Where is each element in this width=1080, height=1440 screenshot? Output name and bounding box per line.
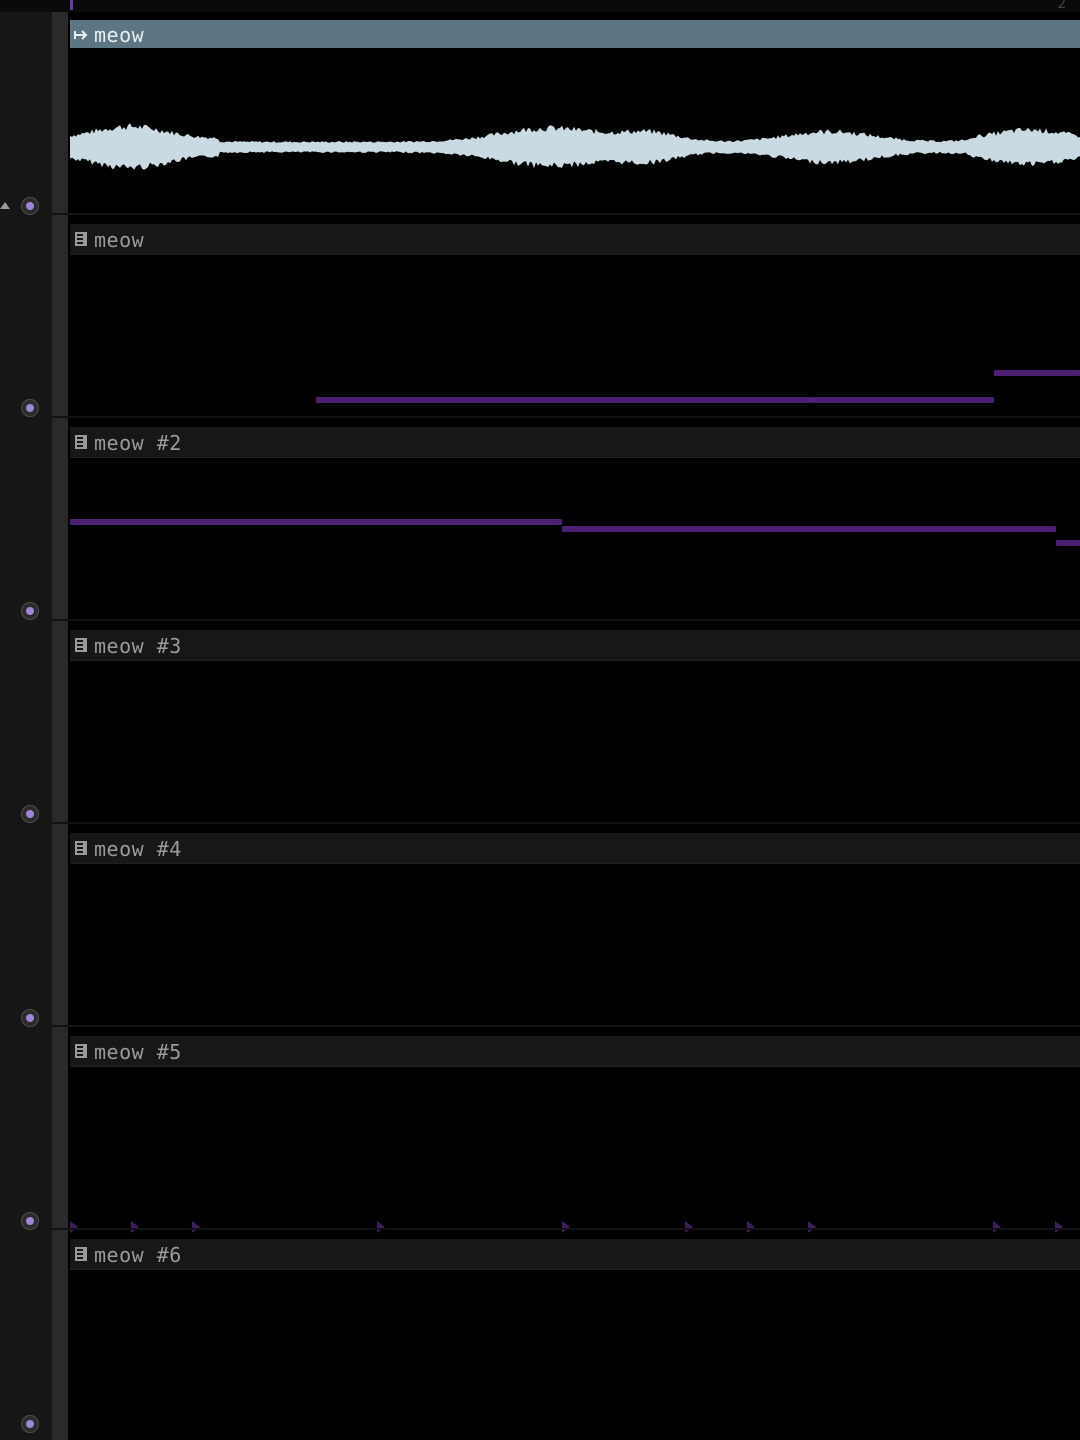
piano-roll-icon <box>75 638 87 652</box>
clip-name: meow <box>94 228 145 252</box>
note[interactable] <box>316 397 810 403</box>
lane-knob[interactable] <box>21 602 39 620</box>
bar-number: 2 <box>1057 0 1066 12</box>
pattern-clip-header[interactable]: meow #5 <box>70 1036 1080 1067</box>
lane-knob[interactable] <box>21 1212 39 1230</box>
audio-clip-icon <box>74 30 88 40</box>
playlist-track-7[interactable]: meow #6 <box>0 1230 1080 1440</box>
piano-roll-icon <box>75 435 87 449</box>
note[interactable] <box>810 397 994 403</box>
pattern-clip-header[interactable]: meow #2 <box>70 427 1080 458</box>
pattern-clip-header[interactable]: meow #6 <box>70 1239 1080 1270</box>
pattern-clip-header[interactable]: meow <box>70 224 1080 255</box>
lane-knob[interactable] <box>21 805 39 823</box>
playlist-track-4[interactable]: meow #3 <box>0 621 1080 824</box>
audio-clip-header[interactable]: meow <box>70 20 1080 48</box>
playlist-track-3[interactable]: meow #2 <box>0 418 1080 621</box>
clip-name: meow <box>94 23 145 47</box>
clip-name: meow #4 <box>94 837 182 861</box>
piano-roll-icon <box>75 1044 87 1058</box>
clip-name: meow #6 <box>94 1243 182 1267</box>
clip-name: meow #2 <box>94 431 182 455</box>
playlist-track-2[interactable]: meow <box>0 215 1080 418</box>
lane-knob[interactable] <box>21 197 39 215</box>
pattern-clip-header[interactable]: meow #3 <box>70 630 1080 661</box>
playhead-marker[interactable] <box>70 0 73 10</box>
clip-name: meow #3 <box>94 634 182 658</box>
lane-knob[interactable] <box>21 1009 39 1027</box>
piano-roll-icon <box>75 1247 87 1261</box>
audio-waveform <box>70 123 1080 170</box>
lane-knob[interactable] <box>21 399 39 417</box>
pattern-clip-header[interactable]: meow #4 <box>70 833 1080 864</box>
note[interactable] <box>994 370 1080 376</box>
note[interactable] <box>562 526 1056 532</box>
collapse-arrow-icon[interactable] <box>0 202 10 209</box>
playlist-track-1[interactable]: meow <box>0 12 1080 215</box>
piano-roll-icon <box>75 841 87 855</box>
piano-roll-icon <box>75 232 87 246</box>
clip-name: meow #5 <box>94 1040 182 1064</box>
lane-knob[interactable] <box>21 1415 39 1433</box>
note[interactable] <box>1056 540 1080 546</box>
playlist-track-5[interactable]: meow #4 <box>0 824 1080 1027</box>
timeline-ruler[interactable]: 2 <box>0 0 1080 12</box>
playlist-track-6[interactable]: meow #5 <box>0 1027 1080 1233</box>
note[interactable] <box>70 519 562 525</box>
